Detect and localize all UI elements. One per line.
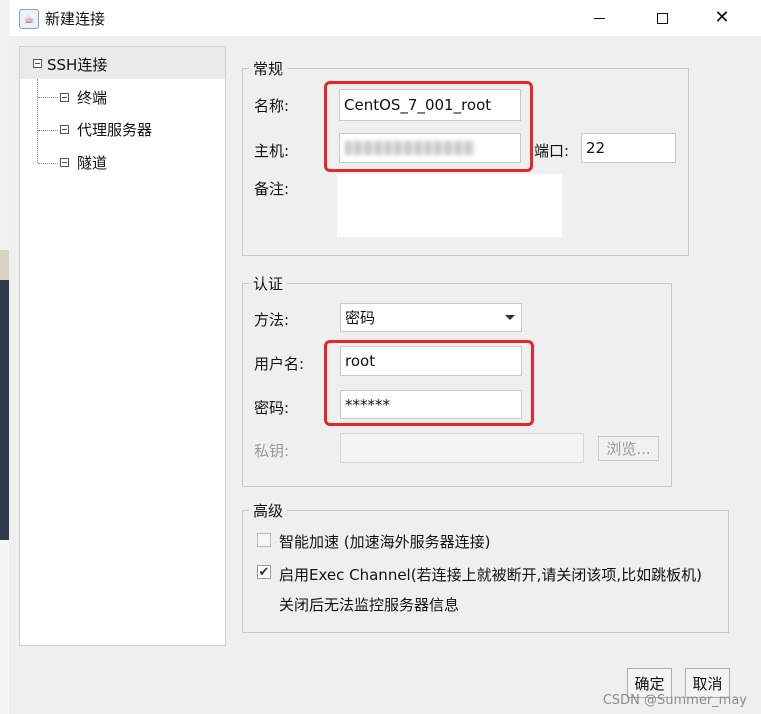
smart-accel-label: 智能加速 (加速海外服务器连接) — [279, 533, 491, 551]
password-label: 密码: — [254, 399, 290, 417]
tree-item-label: 终端 — [77, 89, 108, 107]
java-app-icon: ☕ — [19, 9, 39, 29]
maximize-button[interactable] — [639, 4, 685, 32]
method-select[interactable]: 密码 — [340, 303, 522, 332]
username-label: 用户名: — [254, 355, 305, 373]
private-key-label: 私钥: — [254, 442, 290, 460]
tree-connector — [38, 163, 58, 164]
settings-tree: SSH连接 终端 代理服务器 隧道 — [19, 46, 226, 646]
redacted-host-value — [345, 141, 475, 155]
note-textarea[interactable] — [337, 174, 562, 237]
tree-item-label: 隧道 — [77, 154, 108, 172]
auth-legend: 认证 — [253, 275, 284, 293]
tree-node-icon — [60, 125, 69, 134]
tree-node-icon — [60, 93, 69, 102]
checkmark-icon: ✔ — [258, 564, 270, 580]
title-bar: ☕ 新建连接 ✕ — [9, 0, 761, 36]
background-segment — [0, 540, 9, 714]
host-label: 主机: — [254, 142, 290, 160]
minimize-button[interactable] — [576, 4, 622, 32]
name-input[interactable] — [339, 89, 521, 121]
tree-connector — [38, 130, 58, 131]
method-label: 方法: — [254, 311, 290, 329]
exec-channel-label: 启用Exec Channel(若连接上就被断开,请关闭该项,比如跳板机) — [279, 566, 702, 584]
background-segment — [0, 250, 9, 280]
tree-connector — [37, 79, 38, 163]
tree-collapse-icon[interactable] — [33, 59, 42, 68]
note-label: 备注: — [254, 180, 290, 198]
tree-connector — [38, 97, 58, 98]
tree-node-icon — [60, 158, 69, 167]
watermark: CSDN @Summer_may — [602, 693, 747, 708]
tree-item-label: 代理服务器 — [77, 121, 153, 139]
method-selected-value: 密码 — [345, 309, 376, 327]
background-app-strip — [0, 0, 9, 714]
name-label: 名称: — [254, 97, 290, 115]
close-button[interactable]: ✕ — [699, 4, 745, 32]
username-input[interactable] — [340, 346, 522, 376]
minimize-icon — [593, 17, 605, 19]
private-key-input[interactable] — [340, 433, 584, 463]
password-input[interactable] — [340, 390, 522, 419]
maximize-icon — [656, 12, 668, 24]
new-connection-dialog: ☕ 新建连接 ✕ SSH连接 终端 代理服务器 隧道 常规 名称: CentOS… — [9, 0, 761, 714]
background-segment — [0, 0, 9, 250]
window-title: 新建连接 — [45, 10, 106, 28]
general-legend: 常规 — [253, 60, 284, 78]
advanced-legend: 高级 — [253, 502, 284, 520]
chevron-down-icon — [505, 315, 515, 320]
port-input[interactable] — [581, 133, 676, 163]
browse-button[interactable]: 浏览... — [598, 436, 659, 461]
tree-item-ssh[interactable]: SSH连接 — [20, 47, 225, 79]
close-icon: ✕ — [714, 7, 730, 28]
smart-accel-checkbox[interactable] — [257, 533, 271, 547]
exec-channel-checkbox[interactable]: ✔ — [257, 565, 271, 579]
port-label: 端口: — [534, 142, 570, 160]
tree-item-label: SSH连接 — [47, 56, 108, 74]
exec-channel-note: 关闭后无法监控服务器信息 — [279, 596, 460, 614]
